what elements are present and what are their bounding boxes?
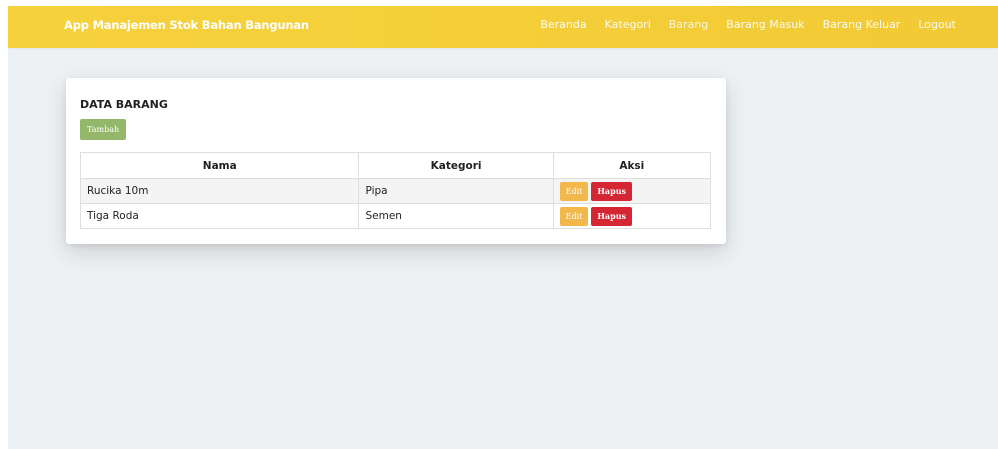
cell-aksi: Edit Hapus [552, 203, 712, 229]
header-aksi: Aksi [552, 152, 712, 179]
nav-link-kategori[interactable]: Kategori [605, 18, 651, 31]
edit-button[interactable]: Edit [559, 181, 589, 201]
nav-links: Beranda Kategori Barang Barang Masuk Bar… [522, 18, 956, 31]
header-nama: Nama [79, 152, 360, 179]
table-row: Rucika 10m Pipa Edit Hapus [79, 178, 712, 204]
cell-kategori: Pipa [358, 178, 554, 204]
tambah-button[interactable]: Tambah [80, 119, 127, 140]
edit-button[interactable]: Edit [559, 206, 589, 226]
card-title: DATA BARANG [80, 98, 168, 111]
table-header-row: Nama Kategori Aksi [79, 152, 712, 179]
cell-kategori: Semen [358, 203, 554, 229]
nav-link-logout[interactable]: Logout [918, 18, 956, 31]
nav-link-beranda[interactable]: Beranda [540, 18, 586, 31]
barang-table: Nama Kategori Aksi Rucika 10m Pipa Edit H… [79, 152, 712, 229]
top-navbar: App Manajemen Stok Bahan Bangunan Berand… [8, 6, 998, 48]
nav-link-barang[interactable]: Barang [669, 18, 709, 31]
app-frame: App Manajemen Stok Bahan Bangunan Berand… [8, 6, 998, 449]
cell-nama: Tiga Roda [79, 203, 360, 229]
header-kategori: Kategori [358, 152, 554, 179]
cell-nama: Rucika 10m [79, 178, 360, 204]
nav-link-barang-keluar[interactable]: Barang Keluar [823, 18, 901, 31]
app-brand[interactable]: App Manajemen Stok Bahan Bangunan [64, 18, 309, 32]
table-row: Tiga Roda Semen Edit Hapus [79, 203, 712, 229]
data-barang-card: DATA BARANG Tambah Nama Kategori Aksi Ru… [66, 78, 726, 244]
hapus-button[interactable]: Hapus [591, 181, 633, 201]
hapus-button[interactable]: Hapus [591, 206, 633, 226]
nav-link-barang-masuk[interactable]: Barang Masuk [726, 18, 804, 31]
cell-aksi: Edit Hapus [552, 178, 712, 204]
